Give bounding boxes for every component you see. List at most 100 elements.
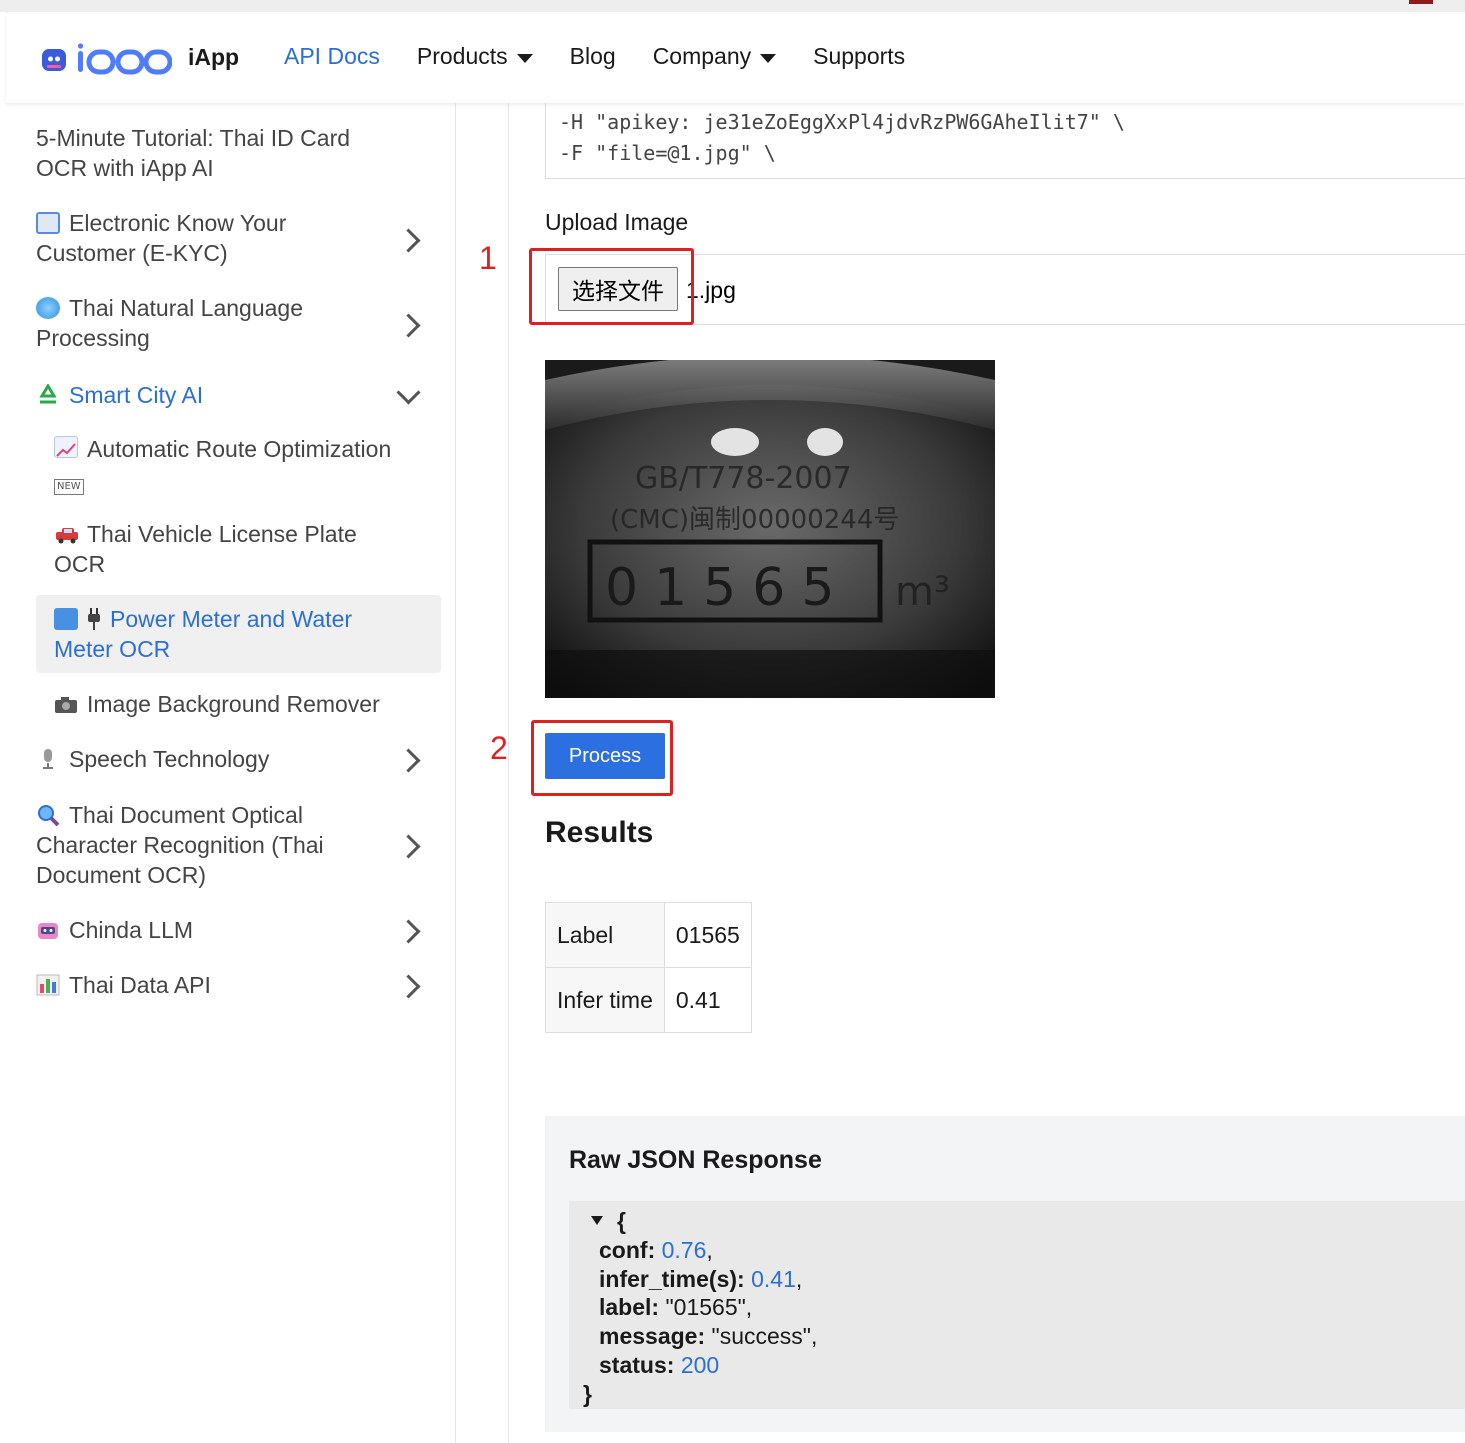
json-value: 200 [680,1352,720,1378]
json-value: 0.76 [661,1237,707,1263]
sidebar-subitem-route-optimization[interactable]: Automatic Route Optimization NEW [54,434,414,496]
sidebar-item-label: Electronic Know Your Customer (E-KYC) [36,210,287,266]
sidebar-item-thai-data-api[interactable]: Thai Data API [36,970,416,1000]
sidebar-item-smart-city[interactable]: Smart City AI [36,380,416,410]
raw-json-title: Raw JSON Response [569,1146,822,1174]
code-line-file: -F "file=@1.jpg" \ [559,141,776,165]
json-key: infer_time(s) [599,1266,738,1292]
caret-down-icon [760,53,777,63]
sidebar-item-speech[interactable]: Speech Technology [36,744,416,774]
sidebar-subitem-background-remover[interactable]: Image Background Remover [54,689,414,719]
json-value: 0.41 [751,1266,796,1292]
sidebar-item-label: Thai Vehicle License Plate OCR [54,521,357,577]
sidebar-item-label: Smart City AI [69,382,204,408]
meter-reading-digits: 01565 [605,558,850,618]
robot-icon [36,918,60,940]
json-field: status: 200 [599,1352,720,1378]
microphone-icon [36,747,60,769]
curl-code: -H "apikey: je31eZoEggXxPl4jdvRzPW6GAheI… [546,103,1465,169]
curl-code-block: -H "apikey: je31eZoEggXxPl4jdvRzPW6GAheI… [545,103,1465,179]
nav-blog[interactable]: Blog [570,43,616,70]
json-value: "success" [711,1323,811,1349]
annotation-label-1: 1 [479,240,497,276]
iapp-logo[interactable] [42,43,172,77]
sidebar-item-chinda-llm[interactable]: Chinda LLM [36,915,416,945]
sidebar-item-label: Thai Data API [69,972,211,998]
window-control-mark [1409,0,1433,4]
json-field: message: "success", [599,1323,818,1349]
meter-unit: m³ [895,569,950,615]
table-row: Label 01565 [545,902,752,968]
sidebar-subitem-license-plate[interactable]: Thai Vehicle License Plate OCR [54,519,394,579]
id-card-icon [36,212,60,234]
nav-api-docs-label: API Docs [284,43,380,69]
annotation-label-2: 2 [490,730,508,766]
sidebar-item-label: Speech Technology [69,746,270,772]
uploaded-meter-image: GB/T778-2007 (CMC)闽制00000244号 01565 m³ [545,360,995,698]
annotation-box-1 [529,248,694,325]
nav-products-label: Products [416,43,508,69]
brand-name[interactable]: iApp [188,44,239,71]
sidebar-item-tutorial[interactable]: 5-Minute Tutorial: Thai ID Card OCR with… [36,123,386,183]
json-field: conf: 0.76, [599,1237,713,1263]
code-line-apikey: -H "apikey: je31eZoEggXxPl4jdvRzPW6GAheI… [559,110,1125,134]
nav-api-docs[interactable]: API Docs [284,43,380,70]
sidebar-item-document-ocr[interactable]: Thai Document Optical Character Recognit… [36,800,376,890]
json-key: label [599,1294,652,1320]
results-table: Label 01565 Infer time 0.41 [545,902,752,1033]
line-chart-icon [54,436,78,458]
annotation-box-2 [531,720,673,796]
sidebar-item-nlp[interactable]: Thai Natural Language Processing [36,293,376,353]
meter-icon [54,608,78,630]
nav-blog-label: Blog [569,43,616,69]
table-row: Infer time 0.41 [545,967,752,1033]
json-key: conf [599,1237,648,1263]
chevron-right-icon[interactable] [396,228,421,253]
magnifier-icon [36,803,60,827]
globe-icon [36,297,60,319]
json-key: message [599,1323,698,1349]
json-close-brace-text: } [583,1381,592,1407]
json-field: label: "01565", [599,1294,753,1320]
json-value: "01565" [665,1294,746,1320]
chevron-right-icon[interactable] [396,834,421,859]
result-key: Label [545,902,665,968]
sidebar-item-label: Thai Natural Language Processing [36,295,303,351]
json-open-brace: { [617,1208,626,1234]
sidebar-item-label: Thai Document Optical Character Recognit… [36,802,324,888]
site-header: iApp API Docs Products Blog Company Supp… [6,13,1465,103]
browser-top-strip [0,0,1465,12]
sidebar-item-ekyc[interactable]: Electronic Know Your Customer (E-KYC) [36,208,376,268]
json-close-brace: } [583,1380,592,1409]
content-divider [508,103,509,1443]
raw-json-panel: Raw JSON Response { conf: 0.76, infer_ti… [545,1116,1465,1432]
camera-icon [54,692,78,714]
chevron-right-icon[interactable] [396,313,421,338]
sidebar-subitem-meter-ocr[interactable]: Power Meter and Water Meter OCR [54,604,394,664]
sidebar-item-label: Chinda LLM [69,917,194,943]
car-icon [54,522,78,544]
result-value: 0.41 [663,967,752,1033]
nav-products[interactable]: Products [417,43,533,70]
new-badge: NEW [54,479,84,495]
recycle-icon [36,383,60,405]
json-key: status [599,1352,667,1378]
json-viewer: { conf: 0.76, infer_time(s): 0.41, label… [569,1201,1465,1409]
bar-chart-icon [36,973,60,996]
collapse-triangle-icon [591,1216,603,1225]
sidebar-item-label: Image Background Remover [87,691,380,717]
result-key: Infer time [545,967,665,1033]
meter-license-text: (CMC)闽制00000244号 [610,505,899,535]
main-nav: API Docs Products Blog Company Supports [284,43,942,70]
nav-supports[interactable]: Supports [813,43,905,70]
nav-company[interactable]: Company [652,43,777,70]
json-field: infer_time(s): 0.41, [599,1266,803,1292]
plug-icon [87,607,101,630]
json-root-toggle[interactable]: { [591,1207,626,1236]
sidebar-item-label: Automatic Route Optimization [87,436,392,462]
nav-company-label: Company [652,43,752,69]
sidebar: 5-Minute Tutorial: Thai ID Card OCR with… [6,103,456,1443]
caret-down-icon [516,53,533,63]
results-title: Results [545,816,654,849]
nav-supports-label: Supports [813,43,906,69]
